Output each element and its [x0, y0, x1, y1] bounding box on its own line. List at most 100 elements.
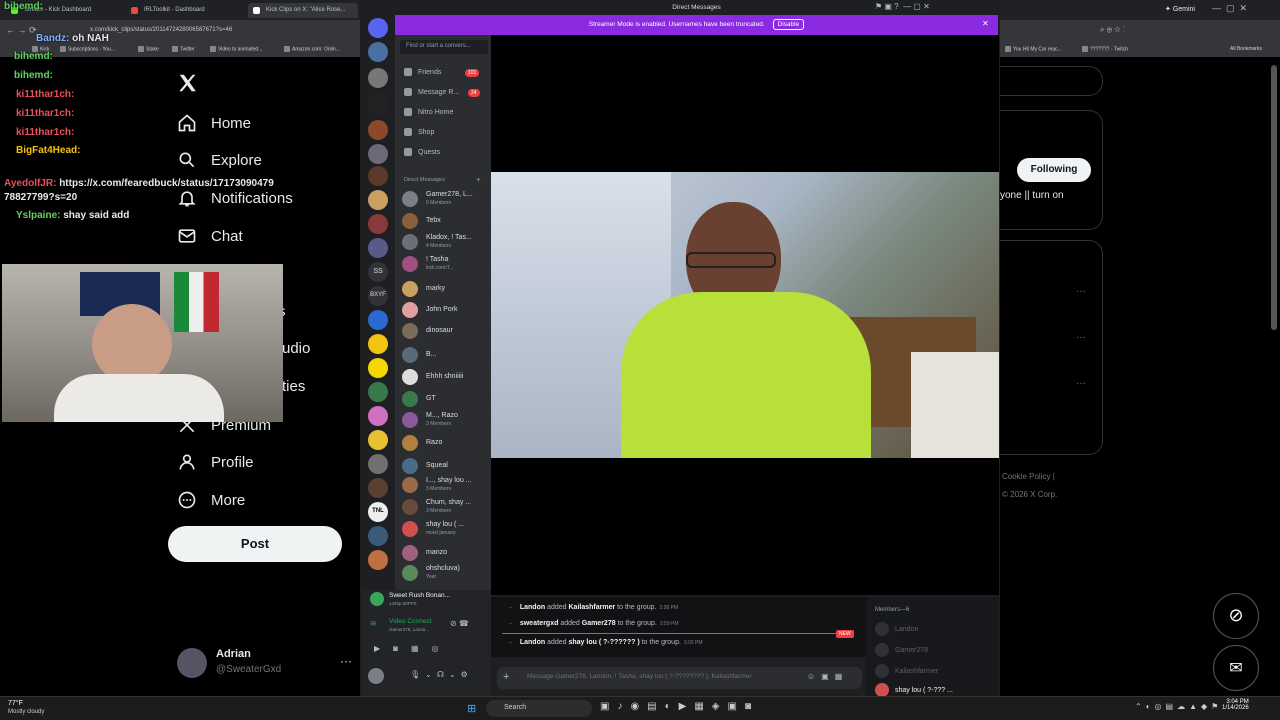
dm-item[interactable]: shay lou ( ... moist january	[402, 518, 488, 538]
window-controls[interactable]: — ▢ ✕	[1212, 3, 1247, 14]
input-action-icons[interactable]: ☺▣▦	[807, 672, 848, 681]
tab-irltoolkit[interactable]: IRLToolkit - Dashboard	[126, 3, 236, 18]
server-icon[interactable]	[368, 526, 388, 546]
server-icon[interactable]	[368, 214, 388, 234]
post-button[interactable]: Post	[168, 526, 342, 562]
cookie-policy-link[interactable]: Cookie Policy |	[1002, 472, 1055, 481]
server-icon[interactable]	[368, 68, 388, 88]
nav-chat[interactable]: Chat	[177, 226, 243, 246]
disable-button[interactable]: Disable	[772, 19, 805, 30]
nav-profile[interactable]: Profile	[177, 452, 254, 472]
dm-item[interactable]: Kladox, ! Tas... 4 Members	[402, 231, 488, 251]
nav-buttons[interactable]: ← → ⟳	[6, 25, 37, 36]
clock[interactable]: 3:04 PM 1/14/2026	[1222, 699, 1249, 711]
server-icon[interactable]	[368, 550, 388, 570]
avatar[interactable]	[177, 648, 207, 678]
add-attachment-icon[interactable]: +	[503, 671, 509, 683]
more-icon[interactable]: ···	[1076, 286, 1086, 297]
server-icon[interactable]	[368, 166, 388, 186]
discord-home-icon[interactable]	[368, 18, 388, 38]
dm-item[interactable]: GT	[402, 388, 488, 408]
taskbar-search[interactable]: Search	[486, 700, 592, 717]
bookmark-item[interactable]: ??????? - Twitch	[1082, 46, 1128, 52]
dm-item[interactable]: Chum, shay ... 3 Members	[402, 496, 488, 516]
voice-controls[interactable]: ⊘ ☎	[450, 619, 469, 628]
server-icon[interactable]	[368, 454, 388, 474]
dm-item[interactable]: Tebx	[402, 210, 488, 230]
nav-nitro-home[interactable]: Nitro Home	[404, 108, 453, 116]
close-icon[interactable]: ✕	[982, 19, 989, 28]
dm-item[interactable]: M..., Razo 3 Members	[402, 409, 488, 429]
server-icon[interactable]	[368, 120, 388, 140]
server-icon[interactable]	[368, 334, 388, 354]
server-icon[interactable]	[368, 144, 388, 164]
server-icon[interactable]	[368, 478, 388, 498]
message-input[interactable]: Message Gamer278, Landon, ! Tasha, shay …	[527, 673, 807, 680]
taskbar-apps[interactable]: ▣♪◉▤◐▶▦◈▣◙	[600, 701, 759, 712]
nav-shop[interactable]: Shop	[404, 128, 434, 136]
bookmark-item[interactable]: Amazon.com: Onlin...	[284, 46, 340, 52]
titlebar-icons[interactable]: ⚑ ▣ ? — ▢ ✕	[875, 2, 930, 11]
nav-friends[interactable]: Friends	[404, 68, 441, 76]
toolbar-icons[interactable]: ⌕ ⊕ ☆ ⋮	[1100, 25, 1125, 35]
server-icon[interactable]: SS	[368, 262, 388, 282]
dm-item[interactable]: Ehhh shniiiii	[402, 366, 488, 386]
dm-item[interactable]: Gamer278, L... 6 Members	[402, 188, 488, 208]
windows-start-icon[interactable]: ⊞	[467, 702, 476, 715]
messages-icon[interactable]: ✉	[1213, 645, 1259, 691]
weather-temp[interactable]: 77°F	[8, 700, 23, 707]
avatar[interactable]	[368, 668, 384, 684]
more-icon[interactable]: ···	[1076, 332, 1086, 343]
member-item[interactable]: Landon	[875, 622, 918, 636]
nav-home[interactable]: Home	[177, 113, 251, 133]
voice-action-icons[interactable]: ▶◙▦◎	[374, 644, 452, 653]
dm-item[interactable]: dinosaur	[402, 320, 488, 340]
add-dm-icon[interactable]: +	[476, 175, 481, 184]
server-icon[interactable]	[368, 430, 388, 450]
nav-explore[interactable]: Explore	[177, 150, 262, 170]
x-logo-icon[interactable]	[177, 72, 199, 99]
more-icon[interactable]: ···	[1076, 378, 1086, 389]
dm-item[interactable]: John Pork	[402, 299, 488, 319]
nav-more[interactable]: More	[177, 490, 245, 510]
bookmark-item[interactable]: Twitter	[172, 46, 195, 52]
dm-item[interactable]: marky	[402, 278, 488, 298]
bookmark-item[interactable]: Subscriptions - You...	[60, 46, 115, 52]
dm-item[interactable]: Squeal	[402, 455, 488, 475]
dm-item[interactable]: Razo	[402, 432, 488, 452]
tray-icons[interactable]: ⌃◐◎▤☁▲◆⚑	[1135, 702, 1222, 711]
grok-icon[interactable]: ⊘	[1213, 593, 1259, 639]
server-icon[interactable]	[368, 310, 388, 330]
following-button[interactable]: Following	[1017, 158, 1091, 182]
url-input[interactable]: x.com/kick_clips/status/2011472428006587…	[90, 25, 360, 38]
server-icon[interactable]	[368, 406, 388, 426]
server-icon[interactable]: BXYF	[368, 286, 388, 306]
member-item[interactable]: shay lou ( ?-??? ...	[875, 683, 953, 697]
dm-item[interactable]: ohshcluva) Yeat	[402, 562, 488, 582]
server-icon[interactable]	[368, 238, 388, 258]
dm-item[interactable]: ! Tasha kick.com/T...	[402, 253, 488, 273]
user-controls[interactable]: 🎙︎⌄☊⌄⚙	[410, 670, 473, 679]
nav-notifications[interactable]: Notifications	[177, 188, 293, 208]
dm-item[interactable]: I..., shay lou ... 3 Members	[402, 474, 488, 494]
search-box[interactable]	[1000, 66, 1103, 96]
dm-item[interactable]: B...	[402, 344, 488, 364]
member-item[interactable]: Kailashfarmer	[875, 664, 938, 678]
bookmark-item[interactable]: Video to animated...	[210, 46, 262, 52]
nav-message-requests[interactable]: Message R...	[404, 88, 459, 96]
activity-title[interactable]: Sweet Rush Bonan...	[389, 592, 450, 599]
server-icon[interactable]	[368, 358, 388, 378]
server-icon[interactable]	[368, 382, 388, 402]
dm-search-input[interactable]: Find or start a convers...	[400, 40, 488, 54]
bookmark-item[interactable]: You Hit My Car reac...	[1005, 46, 1062, 52]
server-icon[interactable]	[368, 94, 388, 114]
all-bookmarks[interactable]: All Bookmarks	[1230, 46, 1262, 52]
scrollbar[interactable]	[1271, 65, 1277, 330]
server-icon[interactable]	[368, 190, 388, 210]
gemini-button[interactable]: ✦ Gemini	[1165, 5, 1195, 13]
nav-quests[interactable]: Quests	[404, 148, 440, 156]
dm-item[interactable]: manzo	[402, 542, 488, 562]
bookmark-item[interactable]: Stake	[138, 46, 159, 52]
account-menu-icon[interactable]: ···	[340, 654, 352, 668]
server-icon[interactable]	[368, 42, 388, 62]
